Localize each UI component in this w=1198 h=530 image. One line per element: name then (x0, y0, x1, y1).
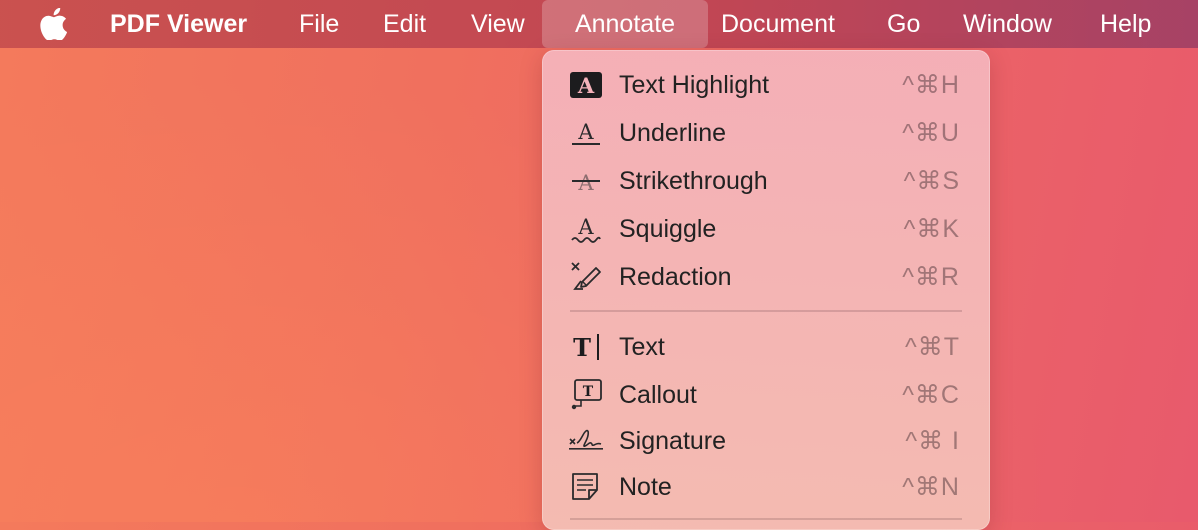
menu-item-shortcut: ^⌘U (902, 119, 960, 147)
menu-item-label: Redaction (619, 263, 732, 291)
signature-icon (568, 423, 604, 459)
svg-text:T: T (573, 333, 591, 362)
text-highlight-icon: A (568, 67, 604, 103)
menu-item-label: Squiggle (619, 215, 717, 243)
menu-edit[interactable]: Edit (383, 0, 426, 48)
menu-item-squiggle[interactable]: A Squiggle ^⌘K (542, 207, 990, 251)
menu-item-label: Text (619, 333, 665, 361)
svg-text:T: T (583, 384, 594, 400)
menu-item-label: Strikethrough (619, 167, 768, 195)
menu-item-callout[interactable]: T Callout ^⌘C (542, 373, 990, 417)
menu-item-shortcut: ^⌘N (902, 473, 960, 501)
menu-item-label: Signature (619, 427, 727, 455)
menu-item-shortcut: ^⌘C (902, 381, 960, 409)
menu-bar: PDF Viewer File Edit View Annotate Docum… (0, 0, 1198, 48)
menu-item-signature[interactable]: Signature ^⌘ I (542, 419, 990, 463)
menu-separator (570, 310, 962, 312)
menu-item-shortcut: ^⌘K (903, 215, 960, 243)
callout-icon: T (568, 377, 604, 413)
menu-item-shortcut: ^⌘ I (905, 427, 960, 455)
menu-item-underline[interactable]: A Underline ^⌘U (542, 111, 990, 155)
menu-item-note[interactable]: Note ^⌘N (542, 465, 990, 509)
menu-annotate[interactable]: Annotate (542, 0, 708, 48)
menu-item-strikethrough[interactable]: A Strikethrough ^⌘S (542, 159, 990, 203)
redaction-icon (568, 259, 604, 295)
svg-text:A: A (577, 171, 594, 195)
menu-file[interactable]: File (299, 0, 339, 48)
menu-item-redaction[interactable]: Redaction ^⌘R (542, 255, 990, 299)
svg-text:A: A (577, 73, 595, 98)
svg-text:A: A (577, 120, 594, 144)
menu-item-shortcut: ^⌘T (904, 333, 960, 361)
underline-icon: A (568, 115, 604, 151)
menu-app-name[interactable]: PDF Viewer (110, 0, 247, 48)
menu-item-label: Underline (619, 119, 727, 147)
menu-item-text[interactable]: T Text ^⌘T (542, 325, 990, 369)
annotate-dropdown-menu: A Text Highlight ^⌘H A Underline ^⌘U A S… (542, 50, 990, 530)
menu-view[interactable]: View (471, 0, 525, 48)
menu-item-label: Note (619, 473, 672, 501)
menu-go[interactable]: Go (887, 0, 920, 48)
apple-logo-icon[interactable] (38, 8, 68, 40)
squiggle-icon: A (568, 211, 604, 247)
menu-item-text-highlight[interactable]: A Text Highlight ^⌘H (542, 63, 990, 107)
menu-window[interactable]: Window (963, 0, 1052, 48)
menu-item-shortcut: ^⌘H (902, 71, 960, 99)
menu-separator (570, 518, 962, 520)
menu-item-shortcut: ^⌘S (903, 167, 960, 195)
menu-item-shortcut: ^⌘R (902, 263, 960, 291)
menu-help[interactable]: Help (1100, 0, 1151, 48)
svg-text:A: A (577, 215, 594, 239)
text-box-icon: T (568, 329, 604, 365)
menu-item-label: Callout (619, 381, 697, 409)
note-icon (568, 469, 604, 505)
strikethrough-icon: A (568, 163, 604, 199)
menu-item-label: Text Highlight (619, 71, 770, 99)
menu-document[interactable]: Document (721, 0, 835, 48)
